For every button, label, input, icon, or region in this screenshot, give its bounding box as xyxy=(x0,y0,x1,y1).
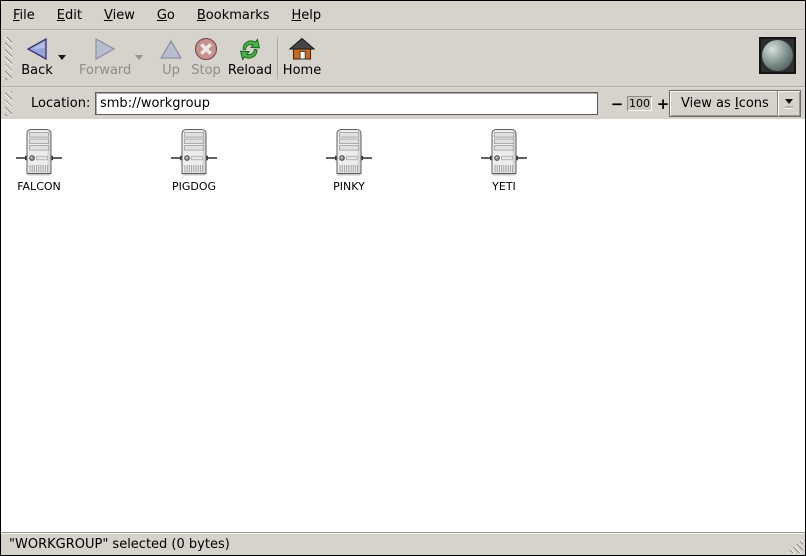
menubar: File Edit View Go Bookmarks Help xyxy=(1,1,805,29)
server-icon xyxy=(170,127,218,179)
menu-help-label: H xyxy=(292,8,302,23)
reload-icon xyxy=(225,35,275,63)
throbber-sphere-icon xyxy=(762,40,793,71)
back-icon xyxy=(13,35,61,63)
server-icon xyxy=(15,127,63,179)
dropdown-indicator xyxy=(777,91,800,116)
reload-button[interactable]: Reload xyxy=(225,35,275,78)
home-icon xyxy=(282,35,322,63)
status-bar: "WORKGROUP" selected (0 bytes) xyxy=(1,533,805,555)
stop-icon xyxy=(187,35,225,63)
up-label: Up xyxy=(153,63,189,78)
stop-label: Stop xyxy=(187,63,225,78)
location-bar: Location: − 100 + View as Icons xyxy=(1,88,805,119)
forward-icon xyxy=(79,35,131,63)
zoom-out-button[interactable]: − xyxy=(610,88,624,119)
resize-grip[interactable] xyxy=(786,539,803,553)
chevron-down-icon xyxy=(785,99,793,104)
menu-edit[interactable]: Edit xyxy=(46,3,93,28)
back-button[interactable]: Back xyxy=(13,35,61,78)
home-button[interactable]: Home xyxy=(282,35,322,78)
menu-bookmarks[interactable]: Bookmarks xyxy=(186,3,281,28)
server-icon xyxy=(480,127,528,179)
server-item-label: FALCON xyxy=(1,180,77,193)
location-bar-drag-handle[interactable] xyxy=(5,91,12,116)
toolbar-drag-handle[interactable] xyxy=(5,37,12,80)
icon-view: FALCON PIGDOG PINKY YETI xyxy=(1,119,805,533)
forward-label: Forward xyxy=(79,63,131,78)
status-text: "WORKGROUP" selected (0 bytes) xyxy=(9,537,230,552)
toolbar: Back Forward Up Stop xyxy=(1,31,805,86)
stop-button[interactable]: Stop xyxy=(187,35,225,78)
menu-file[interactable]: File xyxy=(2,3,46,28)
menu-go-label: G xyxy=(157,8,167,23)
menu-bookmarks-label: B xyxy=(197,8,206,23)
forward-button[interactable]: Forward xyxy=(79,35,131,78)
location-label: Location: xyxy=(31,88,90,119)
menu-view-label: V xyxy=(104,8,113,23)
location-input[interactable] xyxy=(95,92,598,115)
server-item-falcon[interactable]: FALCON xyxy=(1,127,77,193)
toolbar-separator xyxy=(277,37,279,79)
zoom-in-button[interactable]: + xyxy=(656,88,670,119)
view-as-dropdown[interactable]: View as Icons xyxy=(669,90,801,117)
server-item-label: PIGDOG xyxy=(156,180,232,193)
server-item-pinky[interactable]: PINKY xyxy=(311,127,387,193)
file-manager-window: File Edit View Go Bookmarks Help Back Fo… xyxy=(0,0,806,556)
up-icon xyxy=(153,35,189,63)
server-item-pigdog[interactable]: PIGDOG xyxy=(156,127,232,193)
server-item-label: PINKY xyxy=(311,180,387,193)
throbber xyxy=(759,37,796,74)
reload-label: Reload xyxy=(225,63,275,78)
up-button[interactable]: Up xyxy=(153,35,189,78)
home-label: Home xyxy=(282,63,322,78)
menu-help[interactable]: Help xyxy=(281,3,333,28)
server-item-yeti[interactable]: YETI xyxy=(466,127,542,193)
server-icon xyxy=(325,127,373,179)
menu-view[interactable]: View xyxy=(93,3,146,28)
view-as-label: View as Icons xyxy=(670,96,777,111)
forward-history-dropdown-icon[interactable] xyxy=(135,55,143,60)
back-label: Back xyxy=(13,63,61,78)
menu-edit-label: E xyxy=(57,8,65,23)
back-history-dropdown-icon[interactable] xyxy=(58,55,66,60)
zoom-level-indicator: 100 xyxy=(627,96,652,111)
server-item-label: YETI xyxy=(466,180,542,193)
menu-go[interactable]: Go xyxy=(146,3,186,28)
